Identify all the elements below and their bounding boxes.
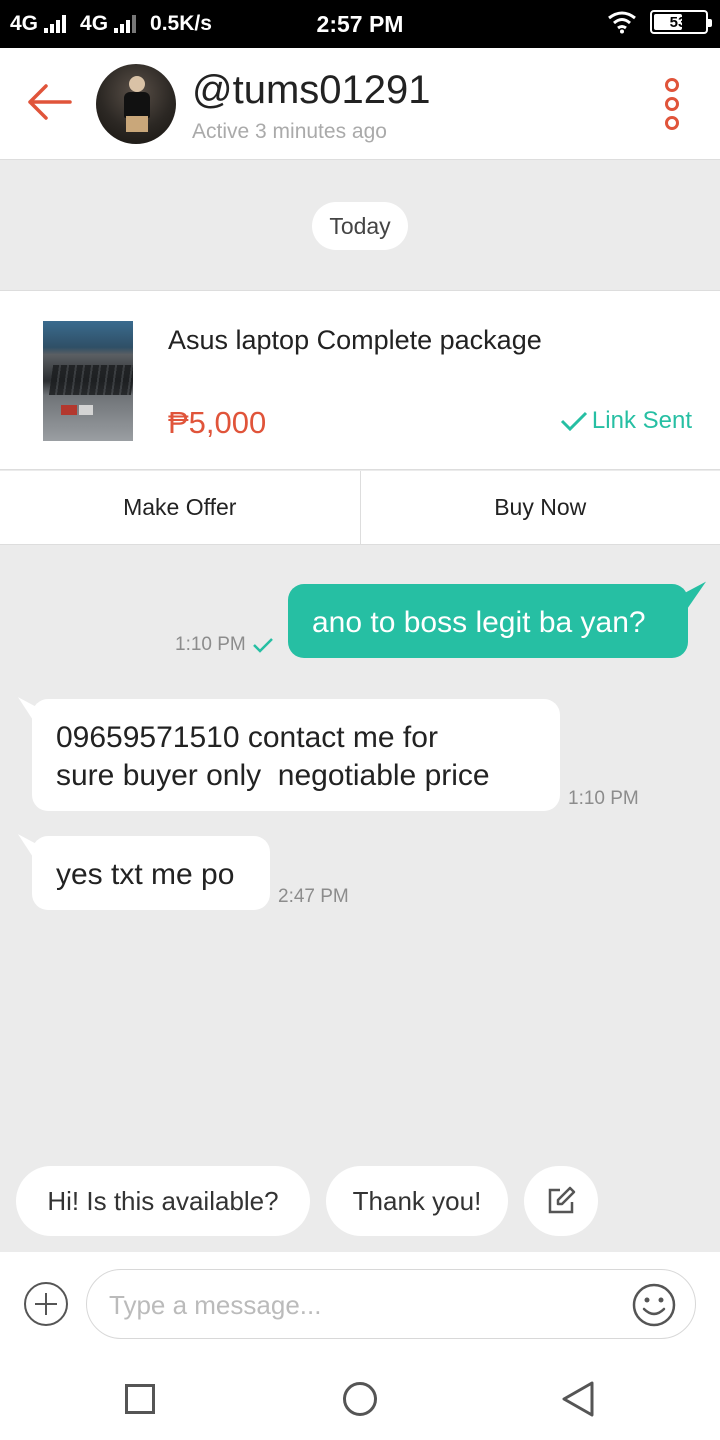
system-nav-bar (0, 1356, 720, 1440)
message-outgoing[interactable]: ano to boss legit ba yan? (288, 584, 688, 658)
message-incoming[interactable]: yes txt me po (32, 836, 270, 910)
product-title: Asus laptop Complete package (168, 325, 542, 355)
product-image[interactable] (43, 321, 133, 441)
status-bar: 4G 4G 0.5K/s 2:57 PM 53 (0, 0, 720, 48)
quick-reply-available[interactable]: Hi! Is this available? (16, 1166, 310, 1236)
battery-level: 53 (669, 13, 687, 31)
product-card[interactable]: Asus laptop Complete package ₱5,000 Link… (0, 290, 720, 470)
date-divider: Today (312, 202, 408, 250)
message-time-outgoing: 1:10 PM (175, 634, 274, 656)
quick-reply-thanks[interactable]: Thank you! (326, 1166, 508, 1236)
emoji-icon[interactable] (631, 1282, 677, 1328)
message-composer (0, 1252, 720, 1356)
avatar[interactable] (96, 64, 176, 144)
message-time: 2:47 PM (278, 886, 349, 907)
edit-icon (548, 1186, 576, 1214)
home-icon[interactable] (343, 1382, 377, 1416)
wifi-icon (608, 11, 636, 34)
chat-username[interactable]: @tums01291 (192, 68, 431, 113)
product-actions: Make Offer Buy Now (0, 471, 720, 545)
status-right: 53 (606, 10, 712, 34)
check-icon (252, 638, 273, 653)
back-arrow-icon[interactable] (26, 82, 72, 122)
message-time: 1:10 PM (568, 788, 639, 809)
chat-header: @tums01291 Active 3 minutes ago (0, 48, 720, 160)
active-status: Active 3 minutes ago (192, 120, 387, 143)
more-vertical-icon[interactable] (660, 78, 684, 130)
add-icon[interactable] (24, 1282, 68, 1326)
recents-icon[interactable] (125, 1384, 155, 1414)
message-input[interactable] (109, 1280, 629, 1330)
link-sent-status: Link Sent (560, 407, 692, 435)
buy-now-button[interactable]: Buy Now (360, 471, 720, 544)
battery-icon: 53 (650, 10, 712, 34)
make-offer-button[interactable]: Make Offer (0, 471, 361, 544)
message-incoming[interactable]: 09659571510 contact me for sure buyer on… (32, 699, 560, 811)
check-icon (560, 411, 587, 432)
message-time: 1:10 PM (175, 634, 246, 655)
product-price: ₱5,000 (168, 405, 267, 440)
link-sent-label: Link Sent (591, 407, 692, 434)
message-input-wrapper[interactable] (86, 1269, 696, 1339)
edit-quick-replies-button[interactable] (524, 1166, 598, 1236)
back-nav-icon[interactable] (560, 1380, 596, 1418)
